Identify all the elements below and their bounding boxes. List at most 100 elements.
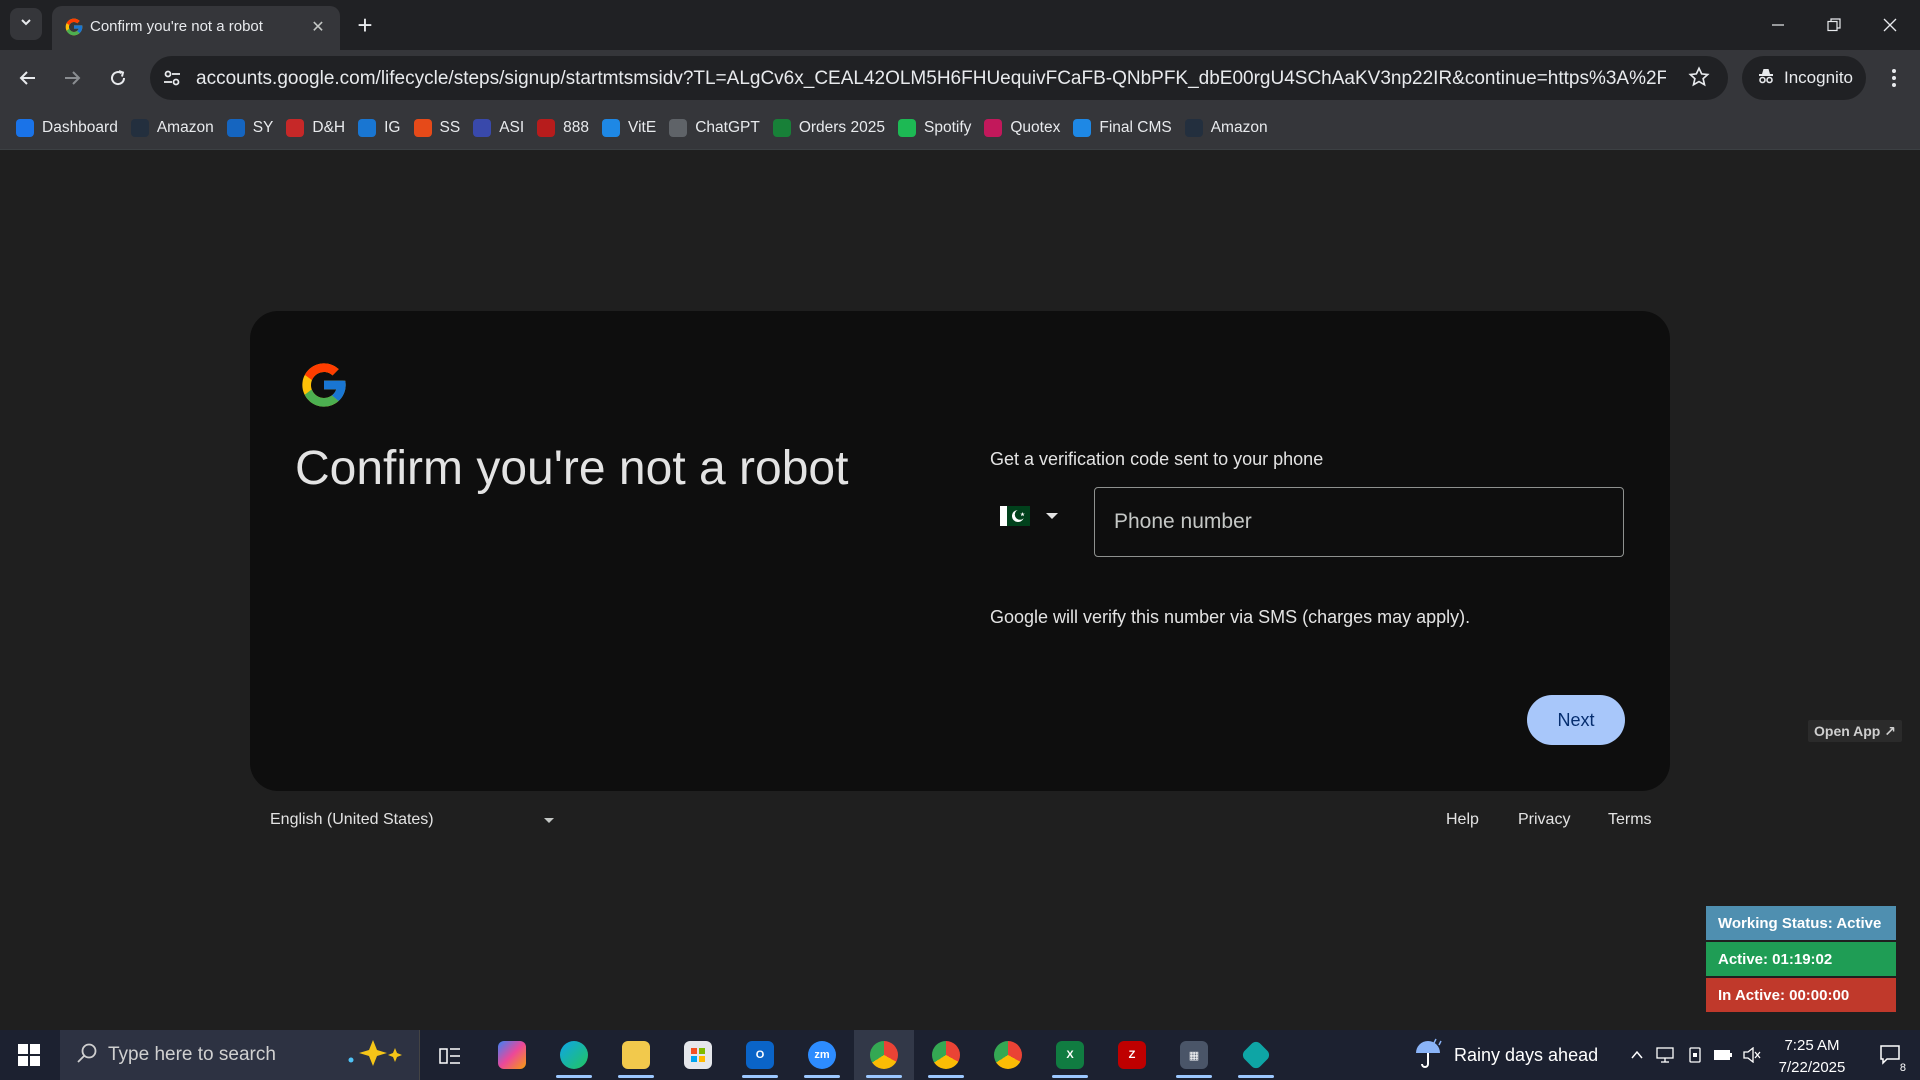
incognito-badge[interactable]: Incognito — [1742, 56, 1866, 100]
browser-menu-button[interactable] — [1880, 62, 1908, 94]
taskbar-calculator[interactable]: ▦ — [1164, 1030, 1224, 1080]
bookmark-item[interactable]: Orders 2025 — [769, 112, 894, 144]
taskbar-outlook[interactable]: O — [730, 1030, 790, 1080]
tray-volume[interactable] — [1740, 1030, 1764, 1080]
bookmark-star-icon[interactable] — [1688, 66, 1712, 90]
privacy-link[interactable]: Privacy — [1518, 811, 1570, 829]
taskbar-edge[interactable] — [544, 1030, 604, 1080]
caret-down-icon — [543, 817, 554, 823]
language-selector[interactable]: English (United States) — [270, 811, 554, 829]
bookmark-item[interactable]: ASI — [469, 112, 533, 144]
bookmark-label: Final CMS — [1099, 118, 1172, 136]
system-clock[interactable]: 7:25 AM 7/22/2025 — [1762, 1035, 1862, 1079]
tray-battery[interactable] — [1710, 1030, 1736, 1080]
restore-icon — [1827, 18, 1841, 32]
ec-icon — [226, 118, 245, 137]
show-hidden-icons-button[interactable] — [1624, 1030, 1650, 1080]
bookmark-label: Orders 2025 — [798, 118, 885, 136]
amazon-icon — [1184, 118, 1203, 137]
language-label: English (United States) — [270, 811, 434, 828]
bookmark-item[interactable]: Amazon — [1181, 112, 1277, 144]
close-icon — [1883, 18, 1897, 32]
bookmark-item[interactable]: SS — [410, 112, 470, 144]
bookmark-item[interactable]: Final CMS — [1069, 112, 1180, 144]
taskbar-excel[interactable]: X — [1040, 1030, 1100, 1080]
next-button[interactable]: Next — [1527, 695, 1625, 745]
close-tab-icon[interactable]: ✕ — [306, 15, 330, 39]
working-status-badge: Working Status: Active — [1706, 906, 1896, 940]
back-button[interactable] — [12, 62, 44, 94]
calculator-icon: ▦ — [1180, 1041, 1208, 1069]
bookmark-item[interactable]: ChatGPT — [665, 112, 769, 144]
weather-widget[interactable]: Rainy days ahead — [1412, 1030, 1598, 1080]
edge-icon — [560, 1041, 588, 1069]
start-button[interactable] — [0, 1030, 58, 1080]
address-bar[interactable]: accounts.google.com/lifecycle/steps/sign… — [150, 56, 1728, 100]
network-icon — [1656, 1047, 1674, 1063]
taskbar-file-explorer[interactable] — [606, 1030, 666, 1080]
bookmark-item[interactable]: 888 — [533, 112, 598, 144]
bookmark-item[interactable]: IG — [354, 112, 409, 144]
terms-link[interactable]: Terms — [1608, 811, 1652, 829]
bookmark-item[interactable]: Spotify — [894, 112, 980, 144]
amazon-icon — [130, 118, 149, 137]
taskbar-search[interactable]: Type here to search — [60, 1030, 420, 1080]
taskbar-chrome-3[interactable] — [978, 1030, 1038, 1080]
bookmark-item[interactable]: VitE — [598, 112, 665, 144]
battery-icon — [1714, 1050, 1732, 1060]
clock-time: 7:25 AM — [1784, 1037, 1840, 1054]
caret-down-icon — [1046, 513, 1058, 519]
sheets-icon — [772, 118, 791, 137]
minimize-button[interactable] — [1750, 0, 1806, 50]
sms-note: Google will verify this number via SMS (… — [990, 607, 1471, 627]
incognito-icon — [1756, 66, 1776, 91]
taskbar-zoom[interactable]: zm — [792, 1030, 852, 1080]
site-settings-icon[interactable] — [160, 66, 184, 90]
volume-muted-icon — [1743, 1047, 1761, 1063]
taskbar-app[interactable] — [1226, 1030, 1286, 1080]
taskbar: Type here to search O zm X Z ▦ Rainy day… — [0, 1030, 1920, 1080]
taskbar-chrome-incognito[interactable] — [854, 1030, 914, 1080]
country-selector[interactable] — [994, 487, 1074, 545]
taskbar-filezilla[interactable]: Z — [1102, 1030, 1162, 1080]
taskbar-store[interactable] — [668, 1030, 728, 1080]
open-app-button[interactable]: Open App ↗ — [1808, 720, 1902, 742]
tray-meet[interactable] — [1682, 1030, 1708, 1080]
bookmark-label: SY — [252, 118, 274, 136]
dh-icon — [286, 118, 305, 137]
weather-text: Rainy days ahead — [1454, 1044, 1599, 1065]
taskbar-chrome-2[interactable] — [916, 1030, 976, 1080]
reload-button[interactable] — [102, 62, 134, 94]
close-window-button[interactable] — [1862, 0, 1918, 50]
search-placeholder: Type here to search — [108, 1044, 276, 1065]
bookmark-item[interactable]: Amazon — [127, 112, 223, 144]
task-view-button[interactable] — [420, 1030, 480, 1080]
zoom-icon: zm — [808, 1041, 836, 1069]
copilot-sparkle-icon — [337, 1038, 407, 1073]
taskbar-copilot[interactable] — [482, 1030, 542, 1080]
bookmark-item[interactable]: Dashboard — [12, 112, 127, 144]
restore-button[interactable] — [1806, 0, 1862, 50]
url-text[interactable]: accounts.google.com/lifecycle/steps/sign… — [196, 68, 1666, 90]
bookmark-label: ASI — [499, 118, 525, 136]
windows-icon — [18, 1044, 40, 1066]
active-tab[interactable]: Confirm you're not a robot ✕ — [52, 6, 340, 50]
tab-search-button[interactable] — [10, 8, 42, 40]
diamond-app-icon — [1240, 1039, 1272, 1071]
browser-toolbar: accounts.google.com/lifecycle/steps/sign… — [0, 50, 1920, 106]
bookmark-label: 888 — [563, 118, 590, 136]
bookmark-item[interactable]: SY — [223, 112, 283, 144]
task-view-icon — [439, 1048, 460, 1064]
minimize-icon — [1772, 24, 1784, 26]
phone-number-input[interactable] — [1094, 487, 1624, 557]
bookmark-item[interactable]: D&H — [282, 112, 354, 144]
tray-network[interactable] — [1652, 1030, 1678, 1080]
device-icon — [1689, 1047, 1701, 1063]
copilot-icon — [498, 1041, 526, 1069]
notification-center-button[interactable]: 8 — [1866, 1030, 1916, 1080]
help-link[interactable]: Help — [1446, 811, 1479, 829]
bookmark-label: SS — [439, 118, 461, 136]
new-tab-button[interactable]: + — [350, 10, 380, 40]
bookmark-item[interactable]: Quotex — [980, 112, 1069, 144]
forward-button[interactable] — [56, 62, 88, 94]
